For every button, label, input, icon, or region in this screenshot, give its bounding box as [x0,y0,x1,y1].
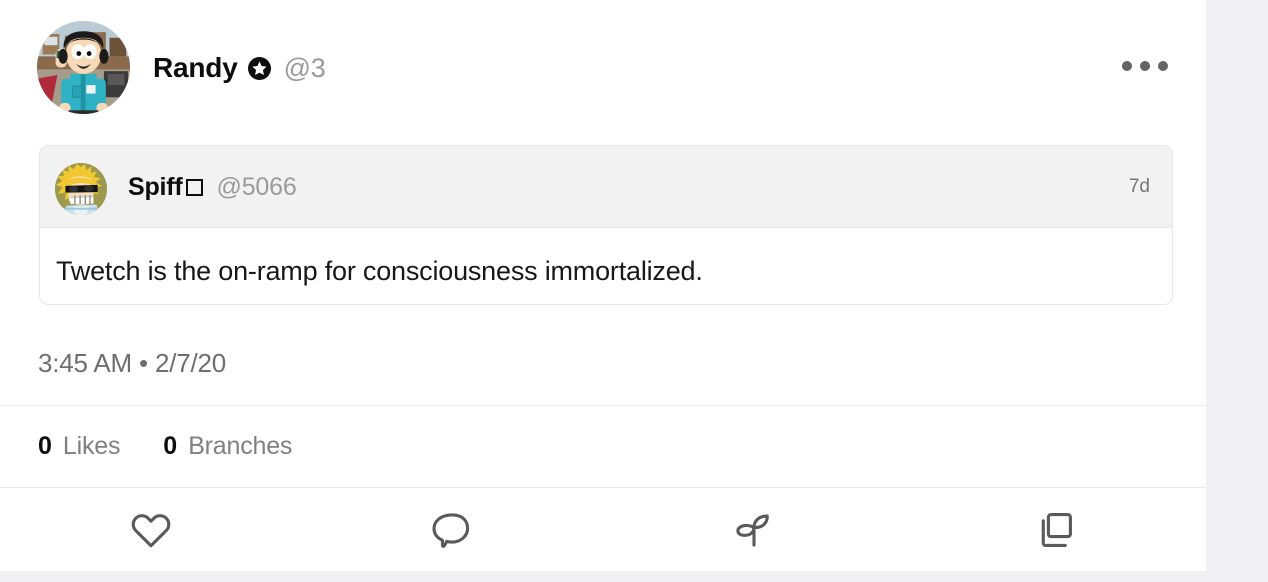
comment-bubble-icon [432,512,470,548]
star-badge-icon [247,56,271,80]
stat-likes[interactable]: 0 Likes [38,432,120,461]
stats-row: 0 Likes 0 Branches [38,406,335,487]
quoted-author-avatar[interactable] [55,163,107,215]
quoted-author-name: Spiff [128,172,183,201]
spiff-avatar-image [55,163,107,215]
post-timestamp: 3:45 AM • 2/7/20 [38,347,227,378]
action-bar [0,488,1206,571]
quoted-post-card[interactable]: Spiff @5066 7d Twetch is the on-ramp for… [39,145,1173,305]
quoted-author-identity[interactable]: Spiff @5066 [128,146,297,228]
author-display-name: Randy [153,52,238,83]
branches-count: 0 [163,432,178,460]
randy-avatar-image [37,21,130,114]
stat-branches[interactable]: 0 Branches [163,432,292,461]
more-dot-1 [1122,61,1132,71]
branches-label: Branches [188,432,293,460]
copy-icon [1041,512,1073,547]
likes-label: Likes [62,432,121,460]
quoted-author-handle: @5066 [216,172,297,201]
likes-count: 0 [38,432,52,460]
quoted-post-body: Twetch is the on-ramp for consciousness … [40,228,1172,287]
like-button[interactable] [0,488,302,571]
comment-button[interactable] [302,488,604,571]
branch-button[interactable] [603,488,905,571]
copy-button[interactable] [905,488,1207,571]
post-card: Randy @3 Spiff @5066 7d Twetch is the on… [0,0,1206,571]
post-timestamp-row: 3:45 AM • 2/7/20 [38,338,226,388]
quoted-post-header: Spiff @5066 7d [40,146,1172,228]
more-dot-2 [1140,61,1150,71]
more-horizontal-icon[interactable] [1122,52,1168,80]
author-handle: @3 [283,52,326,83]
avatar[interactable] [37,21,130,114]
missing-glyph-box-icon [185,178,203,196]
post-header: Randy @3 [0,0,1206,133]
sprout-icon [736,514,769,547]
more-dot-3 [1158,61,1168,71]
quoted-post-age: 7d [1128,176,1150,197]
author-identity[interactable]: Randy @3 [153,49,326,87]
heart-icon [131,513,171,547]
quoted-post-text: Twetch is the on-ramp for consciousness … [56,256,703,286]
